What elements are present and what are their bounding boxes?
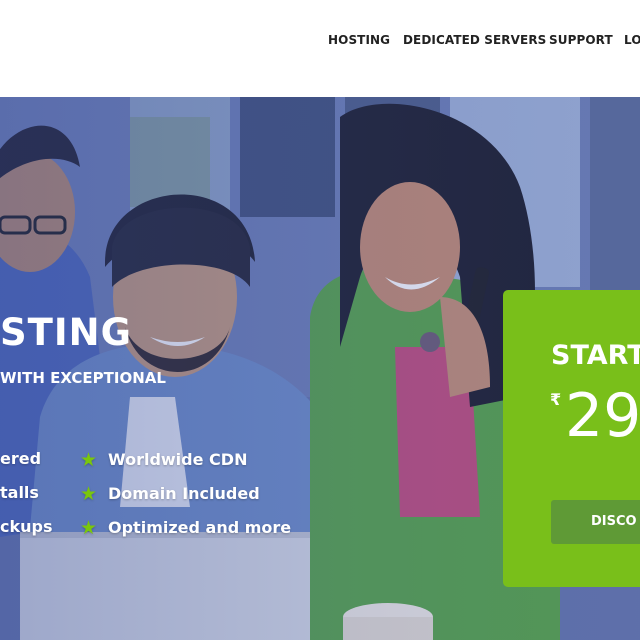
nav-dedicated-servers[interactable]: DEDICATED SERVERS <box>403 33 546 47</box>
nav-hosting[interactable]: HOSTING <box>328 33 390 47</box>
page: HOSTING DEDICATED SERVERS SUPPORT LO STI… <box>0 0 640 640</box>
feature-label: Worldwide CDN <box>108 450 248 469</box>
hero-subtitle: WITH EXCEPTIONAL <box>0 369 166 387</box>
feature-label: ered <box>0 449 42 468</box>
star-icon: ★ <box>80 483 98 505</box>
feature-item: ★ Domain Included <box>80 483 260 505</box>
pricing-starting-label: START <box>551 340 640 371</box>
site-header: HOSTING DEDICATED SERVERS SUPPORT LO <box>0 0 640 97</box>
hero-title: STING <box>0 311 132 354</box>
feature-label: Domain Included <box>108 484 260 503</box>
feature-item: ★ Optimized and more <box>80 517 291 539</box>
price-amount: 29 <box>565 381 640 451</box>
star-icon: ★ <box>80 449 98 471</box>
feature-label: ckups <box>0 517 53 536</box>
feature-label: talls <box>0 483 39 502</box>
feature-item: ★ Worldwide CDN <box>80 449 247 471</box>
nav-login[interactable]: LO <box>624 33 640 47</box>
star-icon: ★ <box>80 517 98 539</box>
feature-item: talls <box>0 483 39 502</box>
pricing-box: START ₹ 29 DISCO <box>503 290 640 587</box>
nav-support[interactable]: SUPPORT <box>549 33 613 47</box>
feature-label: Optimized and more <box>108 518 292 537</box>
discover-button[interactable]: DISCO <box>551 500 640 544</box>
currency-symbol: ₹ <box>550 390 562 409</box>
main-nav: HOSTING DEDICATED SERVERS SUPPORT LO <box>0 33 640 49</box>
feature-item: ckups <box>0 517 53 536</box>
hero-banner: STING WITH EXCEPTIONAL ered talls ckups … <box>0 97 640 640</box>
feature-item: ered <box>0 449 41 468</box>
